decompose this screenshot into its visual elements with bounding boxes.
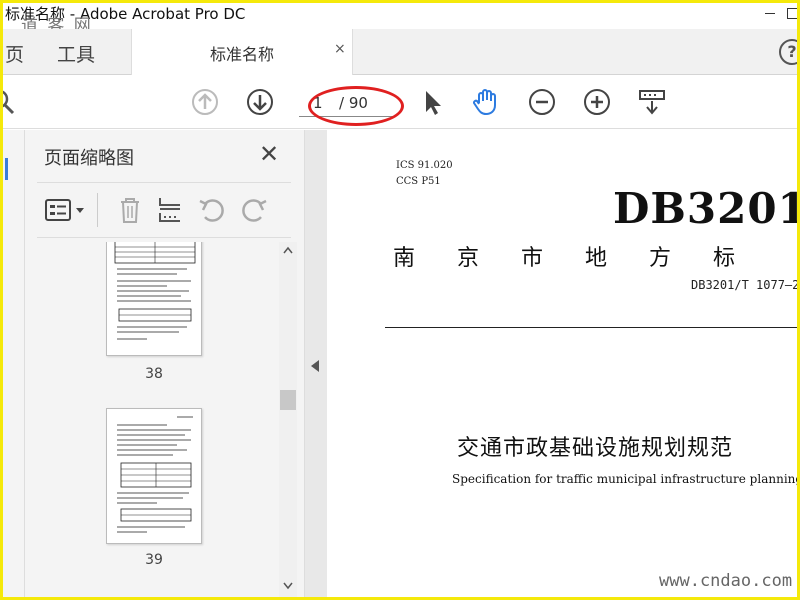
maximize-button[interactable]: [787, 8, 797, 19]
search-icon[interactable]: [0, 87, 17, 117]
delete-page-icon[interactable]: [115, 195, 145, 225]
extract-page-icon[interactable]: [155, 195, 185, 225]
panel-toolbar: [37, 182, 291, 238]
tab-document[interactable]: 标准名称 ×: [131, 29, 353, 75]
zoom-in-icon[interactable]: [582, 87, 612, 117]
thumbnail-label: 38: [145, 366, 163, 382]
annotation-oval: [308, 86, 404, 126]
tab-document-label: 标准名称: [210, 45, 275, 64]
standard-number: DB3201/T 1077—20: [691, 278, 800, 292]
panel-title: 页面缩略图: [44, 148, 134, 169]
header-rule: [385, 327, 797, 328]
page-preview: [114, 242, 196, 340]
watermark-bottom: www.cndao.com: [659, 571, 793, 591]
rail-active-indicator: [5, 158, 8, 180]
tab-close-icon[interactable]: ×: [334, 41, 346, 57]
tab-bar: 页 工具 标准名称 × ?: [3, 29, 797, 75]
left-rail: [3, 130, 25, 597]
select-pointer-icon[interactable]: [417, 87, 447, 117]
thumbnail-page[interactable]: [106, 242, 202, 356]
standard-code: DB3201: [613, 184, 800, 233]
scroll-down-icon[interactable]: [283, 582, 293, 590]
prev-page-icon[interactable]: [190, 87, 220, 117]
thumbnail-scrollbar[interactable]: [279, 242, 297, 597]
thumbnail-page[interactable]: [106, 408, 202, 544]
thumbnail-label: 39: [145, 552, 163, 568]
thumbnail-list: 38 39: [25, 242, 281, 597]
tab-tools[interactable]: 工具: [57, 40, 95, 67]
thumbnail-options-icon[interactable]: [43, 195, 87, 225]
panel-close-icon[interactable]: ✕: [259, 140, 279, 168]
document-title-cn: 交通市政基础设施规划规范: [457, 436, 734, 461]
help-icon[interactable]: ?: [779, 39, 797, 65]
app-window: 标准名称 - Adobe Acrobat Pro DC 道 客 网 页 工具 标…: [0, 0, 800, 600]
title-bar: 标准名称 - Adobe Acrobat Pro DC 道 客 网: [3, 3, 797, 36]
undo-icon[interactable]: [197, 195, 227, 225]
ics-code: ICS 91.020: [396, 160, 453, 171]
page-fit-icon[interactable]: [637, 87, 667, 117]
scrollbar-thumb[interactable]: [280, 390, 296, 410]
toolbar-divider: [97, 193, 98, 227]
ccs-code: CCS P51: [396, 176, 441, 187]
document-page: ICS 91.020 CCS P51 DB3201 南京市地方标 DB3201/…: [327, 130, 800, 597]
minimize-button[interactable]: [758, 4, 784, 22]
next-page-icon[interactable]: [245, 87, 275, 117]
standard-type: 南京市地方标: [393, 246, 778, 271]
zoom-out-icon[interactable]: [527, 87, 557, 117]
hand-tool-icon[interactable]: [471, 87, 501, 117]
scroll-up-icon[interactable]: [283, 246, 293, 254]
thumbnail-panel: 页面缩略图 ✕ 38 39: [25, 130, 305, 597]
redo-icon[interactable]: [239, 195, 269, 225]
tab-home[interactable]: 页: [5, 40, 24, 67]
page-preview: [117, 416, 193, 533]
document-title-en: Specification for traffic municipal infr…: [452, 472, 800, 486]
collapse-arrow-icon[interactable]: [311, 360, 319, 372]
panel-collapse-strip[interactable]: [305, 130, 327, 597]
